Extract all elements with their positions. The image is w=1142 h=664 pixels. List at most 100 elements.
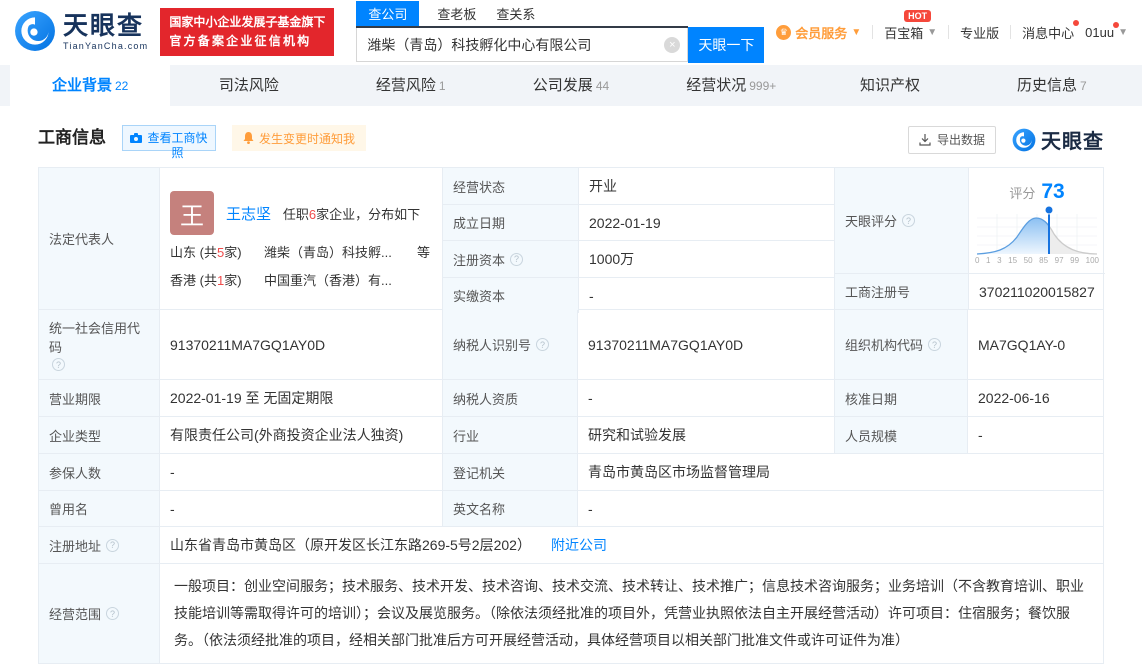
certification-badge: 国家中小企业发展子基金旗下 官方备案企业征信机构 (160, 7, 335, 57)
insured-count-value: - (159, 454, 442, 490)
tab-history-info[interactable]: 历史信息 7 (972, 65, 1132, 106)
registered-capital-value: 1000万 (578, 241, 834, 277)
industry-label: 行业 (442, 417, 577, 453)
tab-operation-risk[interactable]: 经营风险 1 (331, 65, 491, 106)
registered-address-cell: 山东省青岛市黄岛区（原开发区长江东路269-5号2层202） 附近公司 (159, 527, 1103, 563)
help-icon[interactable]: ? (106, 538, 120, 552)
tab-business-background[interactable]: 企业背景 22 (10, 65, 171, 106)
nearby-companies-link[interactable]: 附近公司 (551, 535, 607, 555)
english-name-label: 英文名称 (442, 491, 577, 526)
tianyancha-logo[interactable]: 天眼查 TianYanCha.com (14, 10, 148, 55)
taxpayer-quality-value: - (577, 380, 834, 416)
business-term-value: 2022-01-19 至 无固定期限 (159, 380, 442, 416)
snapshot-button-label: 查看工商快照 (147, 131, 208, 160)
org-code-label: 组织机构代码? (834, 310, 967, 379)
distribution-company[interactable]: 中国重汽（香港）有... (264, 272, 392, 290)
taxpayer-id-label: 纳税人识别号? (442, 310, 577, 379)
approval-date-label: 核准日期 (834, 380, 967, 416)
crown-icon: ♛ (776, 24, 792, 40)
message-center-label: 消息中心 (1022, 19, 1080, 42)
notify-button-label: 发生变更时通知我 (259, 131, 356, 146)
registry-authority-label: 登记机关 (442, 454, 577, 490)
business-scope-value: 一般项目：创业空间服务；技术服务、技术开发、技术咨询、技术交流、技术转让、技术推… (159, 564, 1103, 663)
toolbox-label: 百宝箱 (884, 25, 924, 41)
table-row: 参保人数 - 登记机关 青岛市黄岛区市场监督管理局 (39, 454, 1103, 491)
badge-line2: 官方备案企业征信机构 (169, 34, 312, 48)
org-code-value: MA7GQ1AY-0 (967, 310, 1105, 379)
business-scope-label: 经营范围? (39, 564, 159, 663)
established-date-value: 2022-01-19 (578, 205, 834, 240)
tab-count: 7 (1079, 79, 1087, 93)
tab-intellectual-property[interactable]: 知识产权 (811, 65, 971, 106)
search-tab-relation[interactable]: 查关系 (494, 1, 537, 26)
registered-address-value: 山东省青岛市黄岛区（原开发区长江东路269-5号2层202） (170, 537, 531, 553)
registry-authority-value: 青岛市黄岛区市场监督管理局 (577, 454, 1103, 490)
taxpayer-quality-label: 纳税人资质 (442, 380, 577, 416)
help-icon[interactable]: ? (106, 607, 120, 620)
toolbox-menu[interactable]: HOT 百宝箱 ▼ (884, 9, 938, 42)
tab-company-development[interactable]: 公司发展 44 (491, 65, 651, 106)
distribution-more: 等 (416, 245, 430, 261)
registration-number-value: 370211020015827 (968, 274, 1105, 309)
table-row: 经营范围? 一般项目：创业空间服务；技术服务、技术开发、技术咨询、技术交流、技术… (39, 564, 1103, 664)
insured-count-label: 参保人数 (39, 454, 159, 490)
search-tab-boss[interactable]: 查老板 (435, 1, 478, 26)
search-tabs: 查公司 查老板 查关系 (356, 1, 689, 28)
notify-on-change-button[interactable]: 发生变更时通知我 (232, 125, 367, 151)
table-row: 企业类型 有限责任公司(外商投资企业法人独资) 行业 研究和试验发展 人员规模 … (39, 417, 1103, 454)
tianyan-score-cell[interactable]: 评分 73 0 1 3 15 50 85 97 99 100 (968, 168, 1105, 273)
legal-rep-name-link[interactable]: 王志坚 (226, 206, 271, 223)
help-icon[interactable]: ? (902, 214, 916, 227)
menu-divider (1010, 25, 1012, 39)
established-date-label: 成立日期 (443, 205, 578, 240)
tab-count: 22 (114, 79, 129, 93)
tab-count: 44 (595, 79, 610, 93)
top-right-menu: ♛ 会员服务 ▼ HOT 百宝箱 ▼ 专业版 消息中心 01uu ▼ (776, 9, 1128, 42)
company-type-value: 有限责任公司(外商投资企业法人独资) (159, 417, 442, 453)
chevron-down-icon: ▼ (927, 26, 938, 38)
tab-count: 999+ (749, 79, 777, 93)
logo-subtitle: TianYanCha.com (63, 40, 149, 51)
help-icon[interactable]: ? (52, 358, 65, 371)
table-row: 注册地址? 山东省青岛市黄岛区（原开发区长江东路269-5号2层202） 附近公… (39, 527, 1103, 564)
avatar[interactable]: 王 (170, 191, 214, 236)
view-business-snapshot-button[interactable]: 查看工商快照 (122, 125, 216, 160)
tianyancha-eye-icon (1012, 128, 1036, 151)
pro-version-menu[interactable]: 专业版 (960, 23, 999, 42)
credit-code-value: 91370211MA7GQ1AY0D (159, 310, 442, 379)
notification-dot (1113, 21, 1120, 28)
help-icon[interactable]: ? (928, 338, 942, 351)
company-type-label: 企业类型 (39, 417, 159, 453)
help-icon[interactable]: ? (510, 252, 524, 266)
search-button[interactable]: 天眼一下 (688, 27, 765, 63)
pro-version-label: 专业版 (960, 25, 1000, 41)
tab-count: 1 (438, 79, 446, 93)
tianyancha-watermark: 天眼查 (1012, 125, 1104, 154)
search-input[interactable] (356, 28, 689, 62)
username-label: 01uu (1085, 21, 1120, 40)
export-data-button[interactable]: 导出数据 (907, 125, 996, 154)
top-header: 天眼查 TianYanCha.com 国家中小企业发展子基金旗下 官方备案企业征… (0, 0, 1142, 64)
staff-size-label: 人员规模 (834, 417, 967, 453)
user-account-menu[interactable]: 01uu ▼ (1085, 21, 1128, 40)
former-name-value: - (159, 491, 442, 526)
business-info-table: 法定代表人 王 王志坚 任职6家企业，分布如下 山东 (共5家) 潍柴（青岛）科… (38, 167, 1105, 664)
tab-judicial-risk[interactable]: 司法风险 (170, 65, 330, 106)
message-center-menu[interactable]: 消息中心 (1022, 19, 1080, 42)
business-info-section-header: 工商信息 查看工商快照 发生变更时通知我 导出数据 天眼查 (0, 106, 1142, 167)
distribution-company[interactable]: 潍柴（青岛）科技孵... (264, 244, 392, 262)
help-icon[interactable]: ? (536, 338, 550, 351)
taxpayer-id-value: 91370211MA7GQ1AY0D (577, 310, 834, 379)
camera-icon (130, 133, 142, 143)
watermark-label: 天眼查 (1041, 131, 1104, 153)
search-tab-company[interactable]: 查公司 (356, 1, 420, 26)
approval-date-value: 2022-06-16 (967, 380, 1105, 416)
credit-code-label: 统一社会信用代码? (39, 310, 159, 379)
menu-divider (948, 25, 950, 39)
tab-operating-status[interactable]: 经营状况 999+ (651, 65, 811, 106)
distribution-row: 山东 (共5家) 潍柴（青岛）科技孵... 等 (170, 244, 432, 262)
vip-services-menu[interactable]: ♛ 会员服务 ▼ (776, 23, 861, 42)
distribution-row: 香港 (共1家) 中国重汽（香港）有... (170, 272, 432, 290)
industry-value: 研究和试验发展 (577, 417, 834, 453)
tenure-text: 任职6家企业，分布如下 (282, 206, 421, 222)
